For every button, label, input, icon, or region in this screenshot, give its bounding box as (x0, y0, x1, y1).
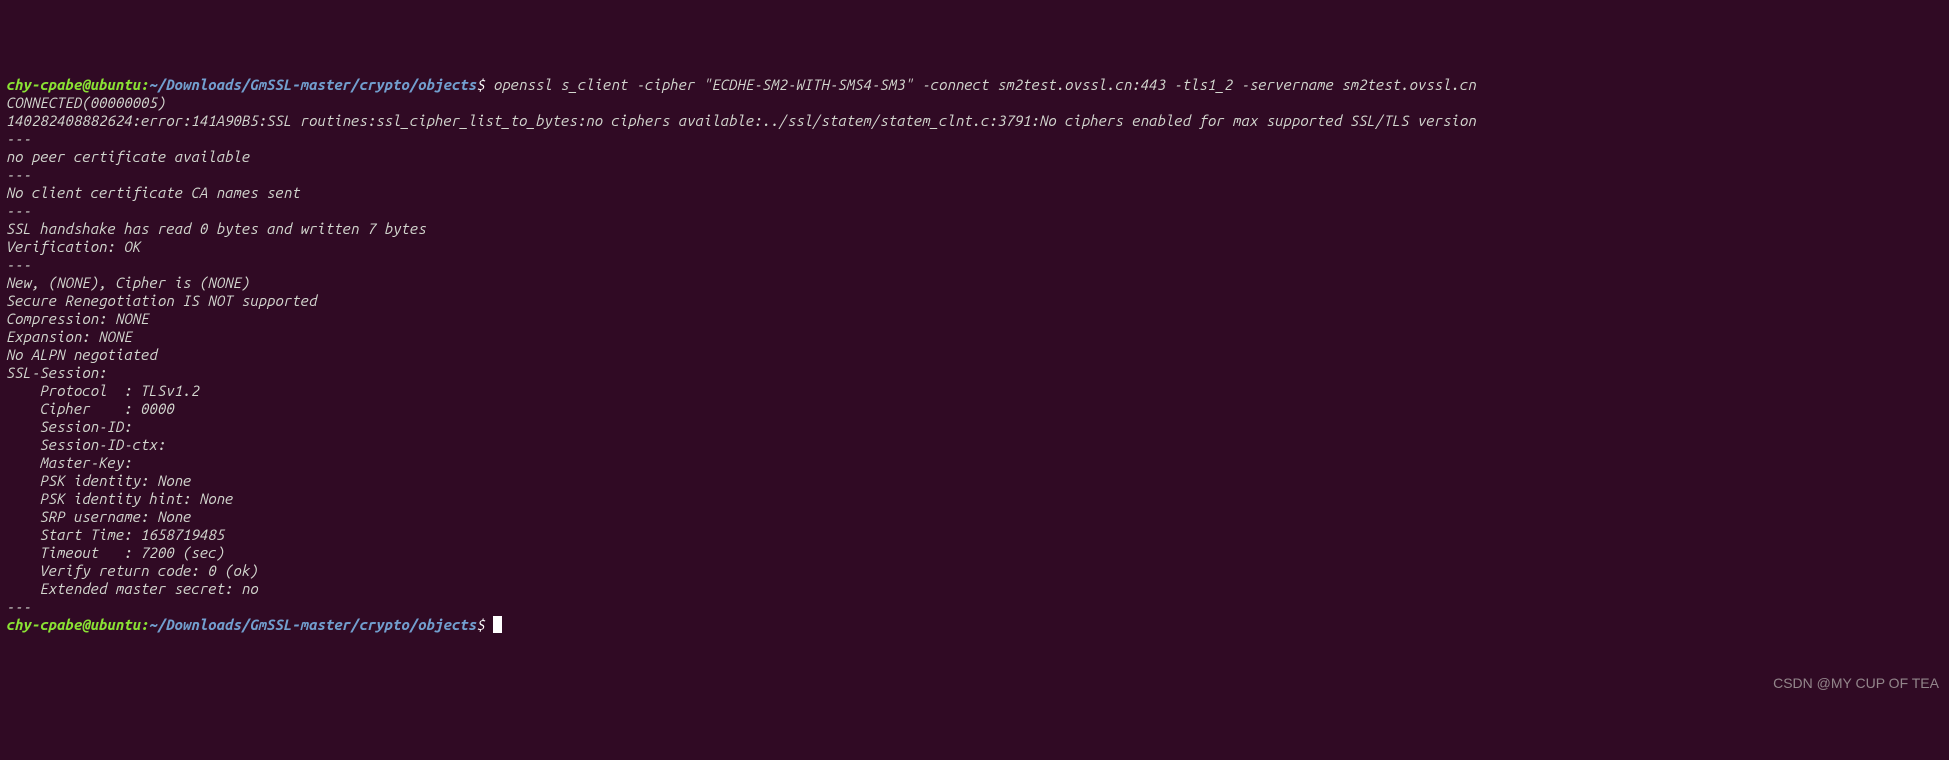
output-line: PSK identity hint: None (6, 490, 1943, 508)
output-line: SSL handshake has read 0 bytes and writt… (6, 220, 1943, 238)
prompt-sep: : (140, 616, 148, 633)
output-line: Cipher : 0000 (6, 400, 1943, 418)
prompt-dollar: $ (476, 616, 484, 633)
output-line: Verify return code: 0 (ok) (6, 562, 1943, 580)
output-line: --- (6, 130, 1943, 148)
prompt-user-host: chy-cpabe@ubuntu (6, 76, 140, 93)
output-line: SSL-Session: (6, 364, 1943, 382)
output-line: No ALPN negotiated (6, 346, 1943, 364)
output-line: Start Time: 1658719485 (6, 526, 1943, 544)
cursor (493, 616, 502, 633)
output-line: Expansion: NONE (6, 328, 1943, 346)
output-line: Extended master secret: no (6, 580, 1943, 598)
prompt-line-1: chy-cpabe@ubuntu:~/Downloads/GmSSL-maste… (6, 76, 1943, 94)
output-line: Session-ID-ctx: (6, 436, 1943, 454)
output-line: --- (6, 166, 1943, 184)
output-line: Timeout : 7200 (sec) (6, 544, 1943, 562)
output-line: Session-ID: (6, 418, 1943, 436)
output-line: Master-Key: (6, 454, 1943, 472)
prompt-line-2: chy-cpabe@ubuntu:~/Downloads/GmSSL-maste… (6, 616, 1943, 634)
output-line: --- (6, 256, 1943, 274)
output-line: Verification: OK (6, 238, 1943, 256)
watermark: CSDN @MY CUP OF TEA (1773, 675, 1939, 692)
output-line: no peer certificate available (6, 148, 1943, 166)
output-line: SRP username: None (6, 508, 1943, 526)
output-line: --- (6, 202, 1943, 220)
output-line: PSK identity: None (6, 472, 1943, 490)
output-line: Compression: NONE (6, 310, 1943, 328)
output-line: --- (6, 598, 1943, 616)
prompt-user-host: chy-cpabe@ubuntu (6, 616, 140, 633)
output-line: No client certificate CA names sent (6, 184, 1943, 202)
output-line: New, (NONE), Cipher is (NONE) (6, 274, 1943, 292)
prompt-path: ~/Downloads/GmSSL-master/crypto/objects (149, 76, 477, 93)
terminal[interactable]: chy-cpabe@ubuntu:~/Downloads/GmSSL-maste… (6, 76, 1943, 634)
output-line: 140282408882624:error:141A90B5:SSL routi… (6, 112, 1943, 130)
prompt-sep: : (140, 76, 148, 93)
output-line: Protocol : TLSv1.2 (6, 382, 1943, 400)
prompt-dollar: $ (476, 76, 484, 93)
output-line: CONNECTED(00000005) (6, 94, 1943, 112)
output-line: Secure Renegotiation IS NOT supported (6, 292, 1943, 310)
prompt-path: ~/Downloads/GmSSL-master/crypto/objects (149, 616, 477, 633)
command-text: openssl s_client -cipher "ECDHE-SM2-WITH… (485, 76, 1476, 93)
